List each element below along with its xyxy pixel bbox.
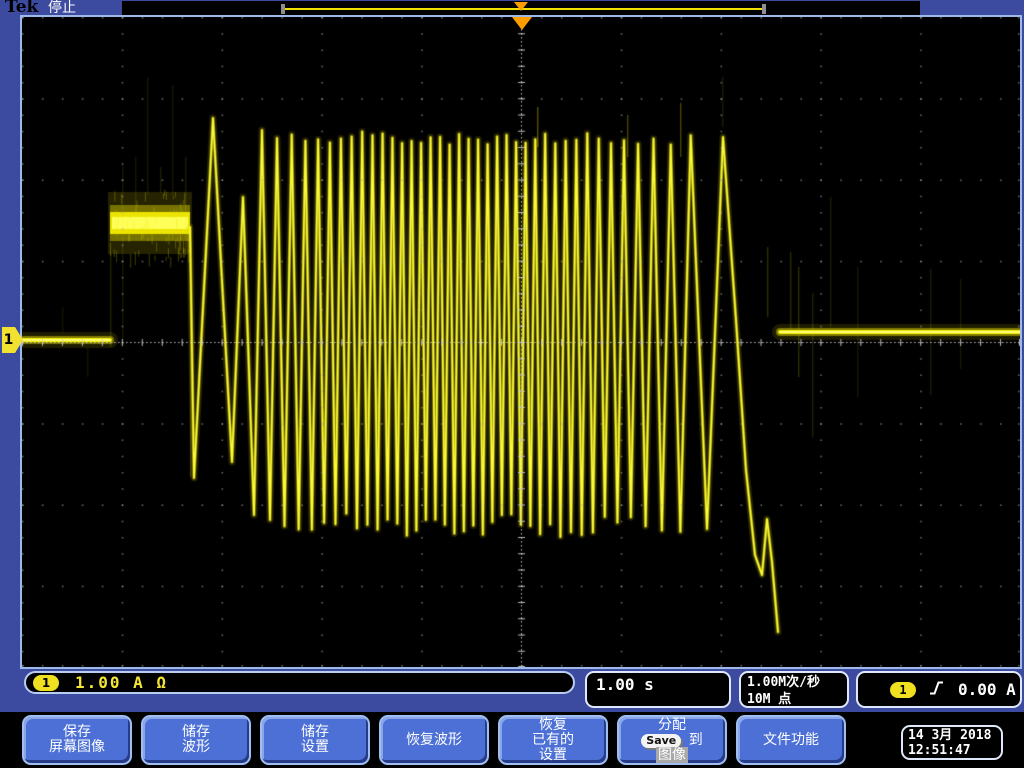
- sample-rate-box: 1.00M次/秒 10M 点: [739, 671, 849, 708]
- save-front-panel-key-badge: Save: [641, 734, 681, 748]
- assign-target-highlighted: 图像: [656, 747, 688, 763]
- waveform-display-area: [20, 15, 1022, 669]
- menu-button-assign-save-to-image[interactable]: 分配 Save 到 图像: [617, 715, 727, 765]
- channel-1-scale-readout: 1.00 A Ω: [75, 673, 168, 692]
- menu-button-save-waveform[interactable]: 储存 波形: [141, 715, 251, 765]
- rising-edge-icon: [929, 680, 945, 700]
- trigger-source-badge: 1: [890, 682, 916, 698]
- record-length-readout: 10M 点: [747, 691, 841, 708]
- horizontal-scale-box: 1.00 s: [585, 671, 731, 708]
- menu-button-save-screen-image[interactable]: 保存 屏幕图像: [22, 715, 132, 765]
- trigger-readout-box: 1 0.00 A: [856, 671, 1022, 708]
- record-view-strip: [122, 1, 920, 16]
- menu-button-file-utilities[interactable]: 文件功能: [736, 715, 846, 765]
- oscilloscope-screen: Tek 停止 1 1 1.00 A Ω 1.00 s 1.00M次/秒 10M …: [0, 0, 1024, 768]
- channel-1-marker: 1: [2, 327, 15, 353]
- time-readout: 12:51:47: [908, 743, 996, 758]
- datetime-box: 14 3月 2018 12:51:47: [901, 725, 1003, 760]
- acquisition-run-status: 停止: [48, 0, 76, 16]
- status-bar: 1 1.00 A Ω 1.00 s 1.00M次/秒 10M 点 1 0.00 …: [0, 669, 1024, 712]
- sample-rate-readout: 1.00M次/秒: [747, 674, 841, 691]
- trigger-level-readout: 0.00 A: [958, 680, 1016, 699]
- menu-button-save-setup[interactable]: 储存 设置: [260, 715, 370, 765]
- softkey-menu-bar: 保存 屏幕图像 储存 波形 储存 设置 恢复波形 恢复 已有的 设置 分配 Sa…: [0, 712, 1024, 768]
- date-readout: 14 3月 2018: [908, 728, 996, 743]
- top-bar: Tek 停止: [0, 0, 1024, 16]
- record-view-right-bracket: [762, 4, 766, 14]
- trigger-position-marker-icon: [512, 17, 532, 30]
- channel-1-badge: 1: [33, 675, 59, 691]
- menu-button-recall-waveform[interactable]: 恢复波形: [379, 715, 489, 765]
- record-view-left-bracket: [281, 4, 285, 14]
- channel-1-readout-box: 1 1.00 A Ω: [24, 671, 575, 694]
- waveform-canvas: [22, 17, 1020, 667]
- record-view-trigger-icon: [514, 2, 528, 11]
- horizontal-scale-readout: 1.00 s: [596, 675, 654, 694]
- menu-button-recall-saved-setup[interactable]: 恢复 已有的 设置: [498, 715, 608, 765]
